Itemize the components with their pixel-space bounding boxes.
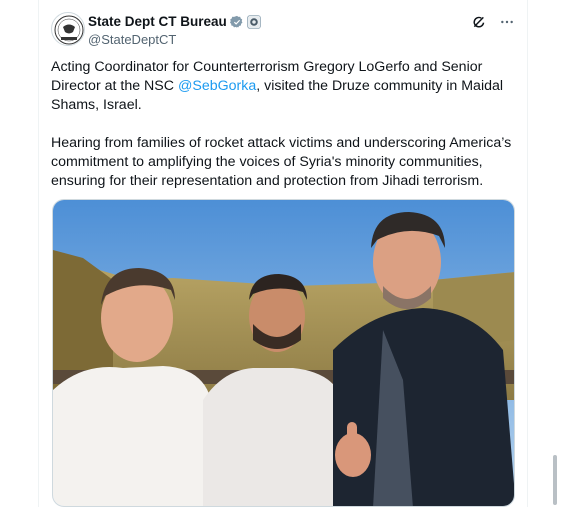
post-card[interactable]: State Dept CT Bureau @StateDeptCT Acting… <box>38 0 528 507</box>
state-seal-icon <box>54 15 84 45</box>
more-icon[interactable] <box>499 14 515 30</box>
post-photo[interactable] <box>52 199 515 507</box>
grok-icon[interactable] <box>471 14 487 30</box>
author-handle[interactable]: @StateDeptCT <box>88 32 176 47</box>
photo-image <box>53 200 514 506</box>
post-actions-top <box>471 14 515 30</box>
display-name[interactable]: State Dept CT Bureau <box>88 14 227 29</box>
verified-badge-icon[interactable] <box>229 15 244 29</box>
post-paragraph-1: Acting Coordinator for Counterterrorism … <box>51 59 504 113</box>
author-name-row: State Dept CT Bureau <box>88 14 261 29</box>
scrollbar[interactable] <box>553 455 557 505</box>
mention-link[interactable]: @SebGorka <box>178 78 256 94</box>
government-badge-icon[interactable] <box>247 14 261 29</box>
avatar[interactable] <box>51 12 85 46</box>
post-paragraph-2: Hearing from families of rocket attack v… <box>51 135 512 189</box>
post-text: Acting Coordinator for Counterterrorism … <box>51 58 519 210</box>
